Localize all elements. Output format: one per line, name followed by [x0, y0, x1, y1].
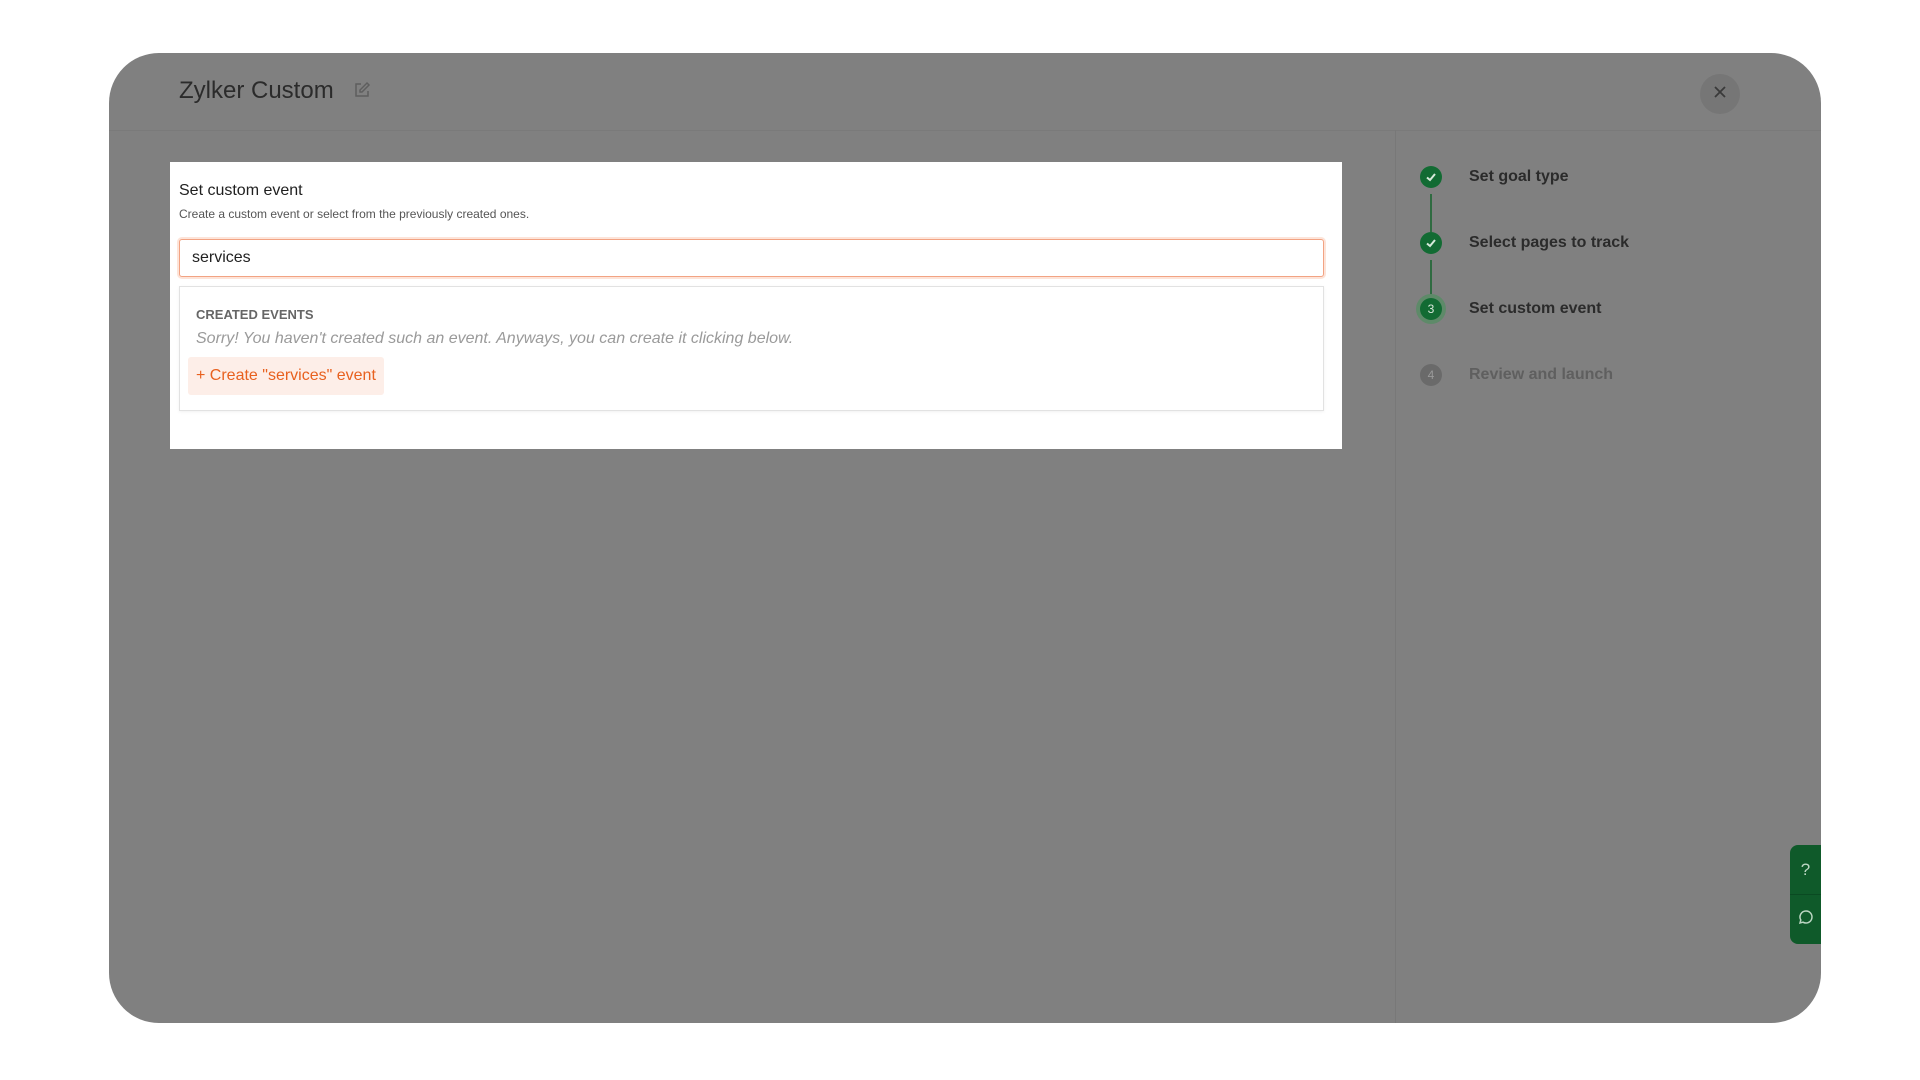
- help-icon: ?: [1800, 859, 1811, 879]
- custom-event-card: Set custom event Create a custom event o…: [170, 162, 1342, 449]
- step-connector: [1430, 260, 1432, 298]
- dialog-header: Zylker Custom: [109, 53, 1821, 131]
- chat-icon: [1798, 909, 1814, 930]
- dialog-title: Zylker Custom: [179, 77, 334, 104]
- step-label: Review and launch: [1469, 366, 1614, 383]
- create-event-label: + Create "services" event: [196, 367, 376, 384]
- chat-button[interactable]: [1790, 895, 1821, 944]
- step-connector: [1430, 194, 1432, 232]
- card-subheading: Create a custom event or select from the…: [179, 207, 530, 221]
- help-button[interactable]: ?: [1790, 845, 1821, 895]
- check-icon: [1420, 166, 1442, 188]
- step-number: 3: [1420, 298, 1442, 320]
- step-label: Select pages to track: [1469, 234, 1630, 251]
- event-dropdown: CREATED EVENTS Sorry! You haven't create…: [179, 286, 1324, 411]
- step-number: 4: [1420, 364, 1442, 386]
- edit-icon[interactable]: [353, 81, 371, 99]
- check-icon: [1420, 232, 1442, 254]
- panel-divider: [1395, 130, 1396, 1023]
- close-icon: [1713, 85, 1727, 104]
- dropdown-section-title: CREATED EVENTS: [196, 307, 314, 322]
- step-label: Set goal type: [1469, 168, 1569, 185]
- dropdown-empty-message: Sorry! You haven't created such an event…: [196, 330, 794, 347]
- card-heading: Set custom event: [179, 182, 303, 199]
- close-button[interactable]: [1700, 74, 1740, 114]
- goal-setup-dialog: Zylker Custom Set custom event Create a …: [109, 53, 1821, 1023]
- create-event-button[interactable]: + Create "services" event: [188, 357, 384, 395]
- event-search-input[interactable]: [179, 239, 1324, 277]
- step-label: Set custom event: [1469, 300, 1602, 317]
- support-side-tabs: ?: [1790, 845, 1821, 944]
